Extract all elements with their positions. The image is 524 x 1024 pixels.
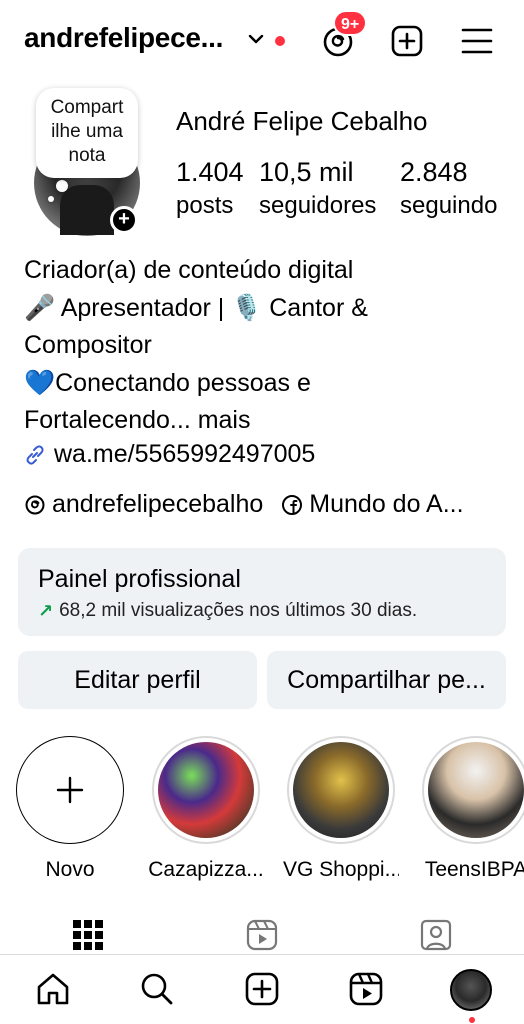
grid-icon[interactable] <box>71 918 105 952</box>
panel-title: Painel profissional <box>38 565 241 593</box>
highlight-cover <box>158 742 254 838</box>
menu-icon[interactable] <box>460 26 494 56</box>
tagged-icon[interactable] <box>419 918 453 952</box>
facebook-icon <box>282 494 303 515</box>
bio-line-more: Fortalecendo... mais <box>24 406 251 434</box>
bio-line: 🎤 Apresentador | 🎙️ Cantor & <box>24 293 368 322</box>
profile-alert-dot <box>469 1017 475 1023</box>
professional-dashboard[interactable]: Painel profissional ↗ 68,2 mil visualiza… <box>18 548 506 636</box>
stat-following[interactable]: 2.848 seguindo <box>400 156 497 224</box>
reels-icon[interactable] <box>348 971 384 1007</box>
top-bar: andrefelipece... 9+ <box>0 0 524 84</box>
note-bubble-tail <box>56 180 68 192</box>
highlight-ring <box>287 736 395 844</box>
followers-count: 10,5 mil <box>259 157 354 187</box>
stat-posts[interactable]: 1.404 posts <box>176 156 244 224</box>
profile-full-name: André Felipe Cebalho <box>176 106 428 136</box>
bio-line: Compositor <box>24 331 152 359</box>
profile-tab-avatar[interactable] <box>450 969 492 1011</box>
note-bubble-tail-small <box>48 196 54 202</box>
posts-label: posts <box>176 192 234 219</box>
create-post-icon[interactable] <box>390 24 424 58</box>
highlight-item[interactable]: TeensIBPA <box>418 736 524 882</box>
search-icon[interactable] <box>139 971 175 1007</box>
create-icon[interactable] <box>244 971 280 1007</box>
highlight-label: Novo <box>45 858 95 881</box>
bottom-navigation <box>0 954 524 1024</box>
bio-link[interactable]: wa.me/5565992497005 <box>24 440 315 469</box>
trend-up-icon: ↗ <box>38 600 54 621</box>
panel-views-text: 68,2 mil visualizações nos últimos 30 di… <box>59 600 418 621</box>
highlight-ring <box>152 736 260 844</box>
plus-icon <box>56 776 84 804</box>
following-count: 2.848 <box>400 157 468 187</box>
highlight-label: Cazapizza... <box>148 858 264 881</box>
bio-line: 💙Conectando pessoas e <box>24 368 311 397</box>
threads-handle-link[interactable]: andrefelipecebalho <box>52 490 263 519</box>
account-alert-dot <box>275 36 285 46</box>
highlight-ring <box>422 736 524 844</box>
highlight-label: VG Shoppi... <box>283 858 399 881</box>
add-story-icon[interactable]: + <box>110 206 138 234</box>
highlight-item[interactable]: VG Shoppi... <box>283 736 399 882</box>
reels-icon[interactable] <box>245 918 279 952</box>
avatar-figure <box>60 185 114 235</box>
share-note-bubble[interactable]: Compart ilhe uma nota <box>36 88 138 178</box>
facebook-page-link[interactable]: Mundo do A... <box>309 490 463 519</box>
following-label: seguindo <box>400 192 498 219</box>
share-profile-button[interactable]: Compartilhar pe... <box>267 651 506 709</box>
profile-tabs <box>0 918 524 954</box>
highlight-item[interactable]: Cazapizza... <box>148 736 264 882</box>
profile-bio[interactable]: Criador(a) de conteúdo digital 🎤 Apresen… <box>24 252 514 440</box>
highlight-cover <box>293 742 389 838</box>
highlight-new-ring <box>16 736 124 844</box>
highlight-label: TeensIBPA <box>424 858 524 881</box>
highlight-new[interactable]: Novo <box>12 736 128 882</box>
panel-subtitle: ↗ 68,2 mil visualizações nos últimos 30 … <box>38 600 486 622</box>
posts-count: 1.404 <box>176 157 244 187</box>
bio-category: Criador(a) de conteúdo digital <box>24 256 354 284</box>
highlight-cover <box>428 742 524 838</box>
followers-label: seguidores <box>259 192 377 219</box>
link-icon <box>26 444 44 465</box>
home-icon[interactable] <box>35 971 71 1007</box>
notification-badge: 9+ <box>333 10 368 36</box>
bio-link-text[interactable]: wa.me/5565992497005 <box>54 440 315 469</box>
social-links: andrefelipecebalho Mundo do A... <box>24 490 464 519</box>
threads-icon <box>25 495 45 514</box>
username-switcher[interactable]: andrefelipece... <box>24 22 223 54</box>
edit-profile-button[interactable]: Editar perfil <box>18 651 257 709</box>
chevron-down-icon[interactable] <box>247 30 265 48</box>
stat-followers[interactable]: 10,5 mil seguidores <box>259 156 376 224</box>
